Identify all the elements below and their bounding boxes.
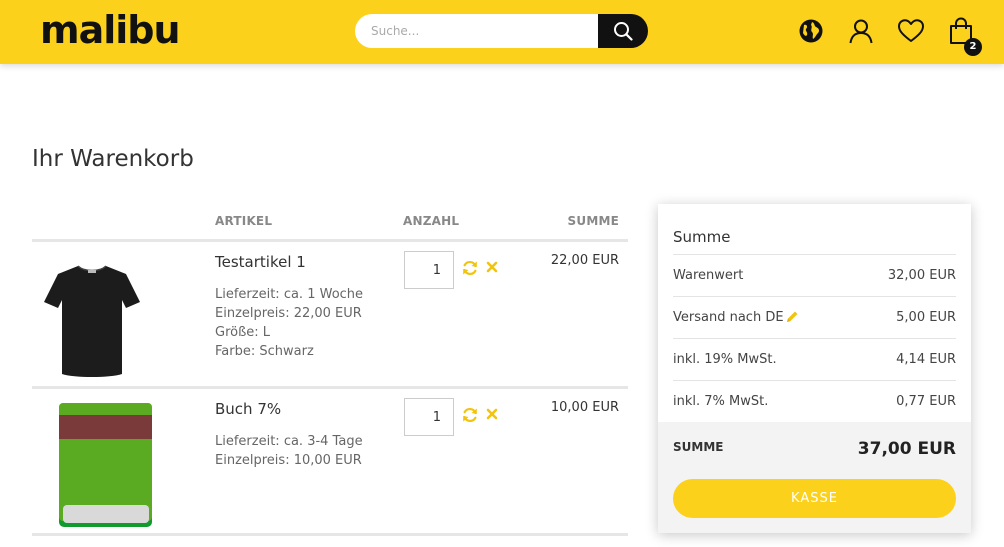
search-bar [355, 14, 648, 48]
page-title: Ihr Warenkorb [32, 146, 194, 172]
pencil-icon[interactable] [785, 310, 799, 324]
cart-table: ARTIKEL ANZAHL SUMME Testartikel 1 Liefe… [32, 206, 628, 536]
item-details: Lieferzeit: ca. 1 Woche Einzelpreis: 22,… [215, 285, 363, 361]
summary-value: 5,00 EUR [896, 310, 956, 325]
search-icon [614, 22, 633, 41]
order-summary: Summe Warenwert 32,00 EUR Versand nach D… [658, 204, 971, 533]
summary-line-shipping: Versand nach DE 5,00 EUR [673, 296, 956, 338]
summary-value: 32,00 EUR [887, 268, 956, 283]
summary-line-vat19: inkl. 19% MwSt. 4,14 EUR [673, 338, 956, 380]
total-label: SUMME [673, 440, 724, 454]
account-button[interactable] [847, 17, 875, 45]
summary-value: 0,77 EUR [896, 394, 956, 409]
language-button[interactable] [797, 17, 825, 45]
summary-label: Versand nach DE [673, 310, 784, 325]
item-sum: 22,00 EUR [550, 253, 619, 268]
cart-table-header: ARTIKEL ANZAHL SUMME [32, 206, 628, 242]
summary-line-vat7: inkl. 7% MwSt. 0,77 EUR [673, 380, 956, 422]
quantity-input[interactable] [404, 398, 454, 436]
item-details: Lieferzeit: ca. 3-4 Tage Einzelpreis: 10… [215, 432, 363, 470]
product-image-tshirt[interactable] [32, 250, 152, 382]
remove-icon[interactable] [485, 259, 499, 275]
item-delivery-time: Lieferzeit: ca. 3-4 Tage [215, 434, 363, 449]
summary-title: Summe [673, 228, 731, 246]
summary-total: SUMME 37,00 EUR KASSE [658, 422, 971, 533]
cart-item-row: Buch 7% Lieferzeit: ca. 3-4 Tage Einzelp… [32, 389, 628, 536]
summary-label: inkl. 7% MwSt. [673, 394, 769, 409]
refresh-icon[interactable] [462, 407, 478, 423]
item-unit-price: Einzelpreis: 10,00 EUR [215, 453, 362, 468]
site-header: malibu 2 [0, 0, 1004, 64]
item-name[interactable]: Testartikel 1 [215, 253, 306, 271]
summary-label: inkl. 19% MwSt. [673, 352, 777, 367]
search-input[interactable] [355, 14, 605, 48]
item-delivery-time: Lieferzeit: ca. 1 Woche [215, 287, 364, 302]
cart-item-row: Testartikel 1 Lieferzeit: ca. 1 Woche Ei… [32, 242, 628, 389]
item-sum: 10,00 EUR [550, 400, 619, 415]
globe-icon [799, 19, 823, 43]
user-icon [849, 19, 873, 44]
total-value: 37,00 EUR [857, 439, 956, 459]
search-button[interactable] [598, 14, 648, 48]
remove-icon[interactable] [485, 406, 499, 422]
refresh-icon[interactable] [462, 260, 478, 276]
cart-count-badge: 2 [964, 38, 982, 56]
column-sum: SUMME [567, 214, 619, 228]
column-article: ARTIKEL [215, 214, 273, 228]
item-size: Größe: L [215, 325, 271, 340]
summary-line-subtotal: Warenwert 32,00 EUR [673, 254, 956, 296]
item-unit-price: Einzelpreis: 22,00 EUR [215, 306, 362, 321]
item-name[interactable]: Buch 7% [215, 400, 281, 418]
summary-label: Warenwert [673, 268, 744, 283]
tshirt-image [44, 265, 140, 377]
book-image [58, 403, 152, 529]
heart-icon [898, 19, 924, 42]
quantity-input[interactable] [404, 251, 454, 289]
wishlist-button[interactable] [897, 17, 925, 45]
checkout-button[interactable]: KASSE [673, 479, 956, 518]
logo[interactable]: malibu [40, 6, 181, 54]
item-color: Farbe: Schwarz [215, 344, 314, 359]
product-image-book[interactable] [32, 397, 152, 529]
summary-value: 4,14 EUR [896, 352, 956, 367]
cart-button[interactable]: 2 [947, 17, 982, 56]
column-quantity: ANZAHL [403, 214, 460, 228]
